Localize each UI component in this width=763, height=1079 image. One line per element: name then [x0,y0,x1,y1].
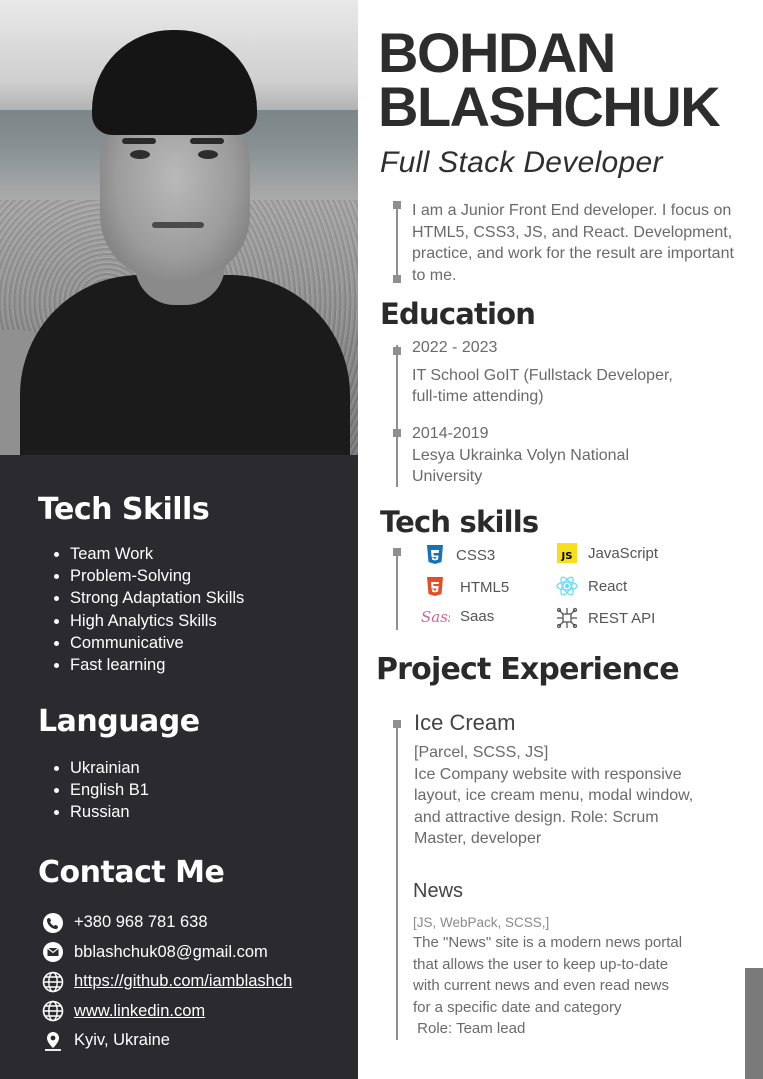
project-name: News [413,880,464,902]
skill-label: Saas [460,607,495,625]
about-timeline [393,201,401,283]
css3-icon [424,544,446,566]
timeline-marker [393,347,401,355]
project-line: Ice Company website with responsive [414,765,682,783]
about-text: I am a Junior Front End developer. I foc… [412,202,734,284]
education-line: IT School GoIT (Fullstack Developer, [412,366,673,384]
skill-rest-api: REST API [556,607,655,629]
contact-phone: +380 968 781 638 [42,908,292,938]
contact-location: Kyiv, Ukraine [42,1026,292,1056]
education-years: 2014-2019 [412,425,489,442]
list-item: High Analytics Skills [52,610,244,632]
project-entry: News [JS, WebPack, SCSS,] The "News" sit… [413,880,753,1040]
contact-linkedin[interactable]: www.linkedin.com [42,997,292,1027]
tech-skills-left-section: Tech Skills Team Work Problem-Solving St… [38,492,244,676]
tech-skills-right-title: Tech skills [380,505,539,539]
education-line: full-time attending) [412,388,544,405]
education-entry: 2014-2019 Lesya Ukrainka Volyn National … [412,423,629,488]
list-item: Communicative [52,632,244,654]
job-title: Full Stack Developer [380,146,663,179]
project-line: for a specific date and category [413,998,622,1016]
project-line: The "News" site is a modern news portal [413,934,683,951]
contact-list: +380 968 781 638 bblashchuk08@gmail.com … [38,908,292,1056]
list-item: Team Work [52,543,244,565]
education-title: Education [380,297,536,331]
rest-api-icon [556,607,578,629]
main-content: BOHDAN BLASHCHUK Full Stack Developer I … [358,0,763,1079]
linkedin-link[interactable]: www.linkedin.com [74,1002,205,1021]
skill-sass: Sass Saas [420,605,494,627]
timeline-marker [393,429,401,437]
project-line: that allows the user to keep up-to-date [413,955,669,973]
education-timeline [393,345,401,487]
project-line: and attractive design. Role: Scrum [414,808,659,826]
education-line: Lesya Ukrainka Volyn National [412,446,630,464]
soft-skills-list: Team Work Problem-Solving Strong Adaptat… [38,543,244,676]
project-entry: Ice Cream [Parcel, SCSS, JS] Ice Company… [414,710,749,850]
html5-icon [424,576,446,598]
timeline-marker [393,201,401,209]
full-name: BOHDAN BLASHCHUK [378,25,721,135]
language-section: Language Ukrainian English B1 Russian [38,704,200,824]
projects-timeline [393,720,401,1040]
projects-title: Project Experience [376,652,680,687]
project-line: layout, ice cream menu, modal window, [414,787,694,804]
project-name: Ice Cream [414,710,516,735]
skill-react: React [556,575,627,597]
skill-css3: CSS3 [424,544,495,566]
svg-text:Sass: Sass [421,608,450,626]
svg-text:JS: JS [561,551,573,562]
email-address[interactable]: bblashchuk08@gmail.com [74,943,268,962]
sass-icon: Sass [420,605,450,627]
location-text: Kyiv, Ukraine [74,1031,170,1050]
language-list: Ukrainian English B1 Russian [38,757,200,824]
profile-photo [0,0,358,455]
phone-number: +380 968 781 638 [74,913,208,932]
timeline-marker [393,720,401,728]
skill-label: REST API [588,609,656,627]
list-item: Ukrainian [52,757,200,779]
list-item: Problem-Solving [52,565,244,587]
phone-icon [42,912,64,934]
globe-icon [42,971,64,993]
education-years: 2022 - 2023 [412,339,498,356]
education-line: University [412,468,483,485]
globe-icon [42,1000,64,1022]
project-stack: [JS, WebPack, SCSS,] [413,915,550,930]
left-sidebar: Tech Skills Team Work Problem-Solving St… [0,0,358,1079]
list-item: Russian [52,801,200,823]
skill-javascript: JS JavaScript [556,542,658,564]
skill-label: CSS3 [456,546,496,564]
skill-label: React [588,577,628,595]
contact-section: Contact Me +380 968 781 638 bblashchuk08… [38,855,292,1056]
last-name: BLASHCHUK [378,75,721,138]
location-pin-icon [42,1030,64,1052]
tech-skills-left-title: Tech Skills [38,492,210,527]
project-line: Master, developer [414,830,542,847]
mail-icon [42,941,64,963]
skill-label: HTML5 [460,578,510,596]
list-item: English B1 [52,779,200,801]
project-line: with current news and even read news [413,977,669,994]
skill-html5: HTML5 [424,576,509,598]
list-item: Strong Adaptation Skills [52,587,244,609]
skill-label: JavaScript [588,544,659,562]
language-title: Language [38,704,200,739]
scrollbar-thumb[interactable] [745,968,763,1079]
javascript-icon: JS [556,542,578,564]
timeline-marker [393,275,401,283]
react-icon [556,575,578,597]
timeline-marker [393,548,401,556]
education-entry: 2022 - 2023 IT School GoIT (Fullstack De… [412,337,673,408]
tech-skills-timeline [393,548,401,630]
project-line: Role: Team lead [413,1020,526,1037]
contact-title: Contact Me [38,855,225,890]
contact-github[interactable]: https://github.com/iamblashch [42,967,292,997]
github-link[interactable]: https://github.com/iamblashch [74,972,292,991]
contact-email[interactable]: bblashchuk08@gmail.com [42,938,292,968]
project-stack: [Parcel, SCSS, JS] [414,744,549,761]
list-item: Fast learning [52,654,244,676]
